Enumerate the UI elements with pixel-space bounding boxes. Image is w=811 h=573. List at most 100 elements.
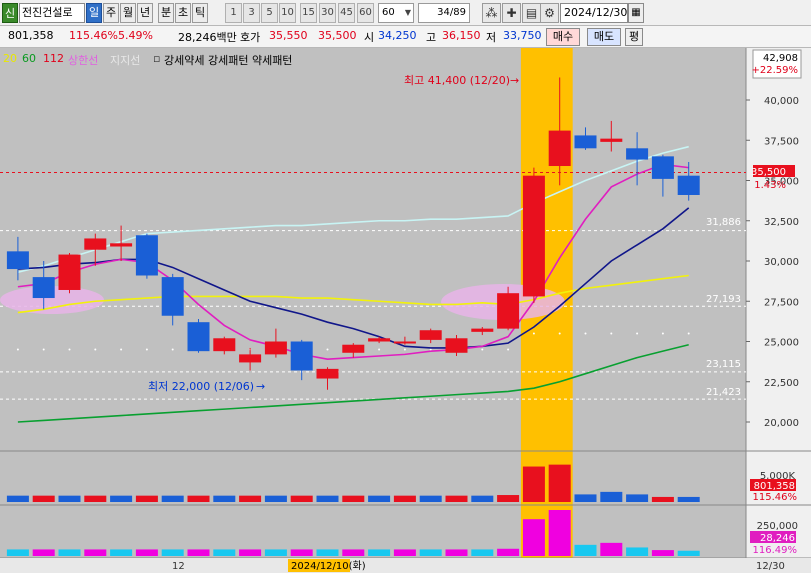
candle-body (6, 251, 29, 270)
y-axis-tick-label: 30,000 (764, 257, 799, 268)
amount-bar (548, 510, 571, 556)
volume-bar (600, 491, 623, 502)
support-dot (481, 348, 484, 351)
volume-bar (6, 495, 29, 502)
level-label-3: 23,115 (706, 359, 741, 370)
candle-body (161, 277, 184, 316)
amount-bar (497, 548, 520, 556)
volume-bar (84, 495, 107, 502)
period-year-button[interactable]: 년 (137, 3, 153, 23)
minute-select[interactable]: 60 ▼ (378, 3, 414, 23)
level-label-4: 21,423 (706, 387, 741, 398)
period-week-button[interactable]: 주 (103, 3, 119, 23)
ask-value: 35,550 (269, 29, 308, 42)
gear-icon[interactable]: ⚙ (540, 3, 559, 23)
top-pct-label: +22.59% (751, 65, 798, 76)
candle-body (264, 341, 287, 355)
support-dot (403, 348, 406, 351)
chart-svg: 최고 41,400 (12/20) → 최저 22,000 (12/06) → … (0, 48, 811, 573)
volume-bar (677, 496, 700, 502)
volume-bar (316, 495, 339, 502)
minute-60-button[interactable]: 60 (357, 3, 374, 23)
candle-body (290, 341, 313, 371)
open-label: 시 (364, 31, 375, 44)
calendar-icon[interactable]: ▦ (628, 3, 644, 23)
candle-body (368, 338, 391, 342)
minute-45-button[interactable]: 45 (338, 3, 355, 23)
volume-value: 801,358 (8, 29, 54, 42)
volume-bar (290, 495, 313, 502)
volume-bar (651, 496, 674, 502)
amount-bar (58, 549, 81, 556)
volume-bar (239, 495, 262, 502)
amount-bar (393, 549, 416, 556)
period-month-button[interactable]: 월 (120, 3, 136, 23)
indicator-icon[interactable]: ⁂ (482, 3, 501, 23)
plot-background (0, 48, 746, 573)
support-dot (532, 332, 535, 335)
legend-ma60[interactable]: 60 (22, 52, 36, 65)
minute-30-button[interactable]: 30 (319, 3, 336, 23)
minute-10-button[interactable]: 10 (279, 3, 296, 23)
legend-ma20[interactable]: 20 (3, 52, 17, 65)
period-second-button[interactable]: 초 (175, 3, 191, 23)
current-price: 35,500 (318, 29, 357, 42)
support-dot (171, 348, 174, 351)
candle-body (84, 238, 107, 250)
candle-body (316, 368, 339, 379)
candle-body (677, 175, 700, 195)
amount-bar (187, 549, 210, 556)
period-tick-button[interactable]: 틱 (192, 3, 208, 23)
chevron-down-icon: ▼ (404, 8, 411, 17)
y-axis-tick-label: 32,500 (764, 217, 799, 228)
minute-15-button[interactable]: 15 (300, 3, 317, 23)
minute-3-button[interactable]: 3 (243, 3, 260, 23)
ask-label: 호가 (240, 31, 261, 44)
volume-bar (393, 495, 416, 502)
candle-body (239, 354, 262, 363)
amount-bar (600, 542, 623, 556)
candle-body (393, 341, 416, 344)
legend-upper-line[interactable]: 상한선 (68, 52, 98, 68)
legend-pattern[interactable]: 강세약세 강세패턴 약세패턴 (164, 52, 292, 68)
minute-1-button[interactable]: 1 (225, 3, 242, 23)
save-icon[interactable]: ▤ (522, 3, 541, 23)
candle-body (651, 156, 674, 179)
support-dot (145, 348, 148, 351)
period-minute-button[interactable]: 분 (158, 3, 174, 23)
amount-bar (651, 550, 674, 556)
volume-bar (548, 464, 571, 502)
amount-bar (368, 549, 391, 556)
high-annotation: 최고 41,400 (12/20) (404, 74, 510, 87)
period-day-button[interactable]: 일 (86, 3, 102, 23)
add-chart-icon[interactable]: ✚ (502, 3, 521, 23)
amount-bar (161, 549, 184, 556)
date-field[interactable]: 2024/12/30 (560, 3, 628, 23)
legend-ma112[interactable]: 112 (43, 52, 64, 65)
quote-bar: 801,358 115.46% 5.49% 28,246백만 호가 35,550… (0, 26, 811, 48)
level-label-1: 31,886 (706, 217, 741, 228)
sell-button[interactable]: 매도 (587, 28, 621, 46)
volume-bar (58, 495, 81, 502)
candle-body (445, 338, 468, 353)
minute-select-value: 60 (382, 7, 395, 18)
minute-5-button[interactable]: 5 (261, 3, 278, 23)
stock-name-input[interactable]: 전진건설로 (19, 3, 85, 23)
support-dot (584, 332, 587, 335)
current-price-label: 35,500 (751, 167, 786, 178)
low-annotation: 최저 22,000 (12/06) (148, 380, 254, 393)
change-rate: 5.49% (118, 29, 153, 42)
data-count-field[interactable]: 34/89 (418, 3, 470, 23)
buy-button[interactable]: 매수 (546, 28, 580, 46)
volume-bar (161, 495, 184, 502)
legend-support-line[interactable]: 지지선 (110, 52, 140, 68)
amount-bar (84, 549, 107, 556)
support-dot (610, 332, 613, 335)
price-chart[interactable]: 최고 41,400 (12/20) → 최저 22,000 (12/06) → … (0, 48, 811, 573)
volume-ratio: 115.46% (69, 29, 118, 42)
current-pct-label: 1.43% (754, 180, 786, 191)
volume-bar (445, 495, 468, 502)
amount-bar (522, 519, 545, 556)
credit-badge: 신 (2, 3, 18, 23)
evaluate-button[interactable]: 평 (625, 28, 643, 46)
